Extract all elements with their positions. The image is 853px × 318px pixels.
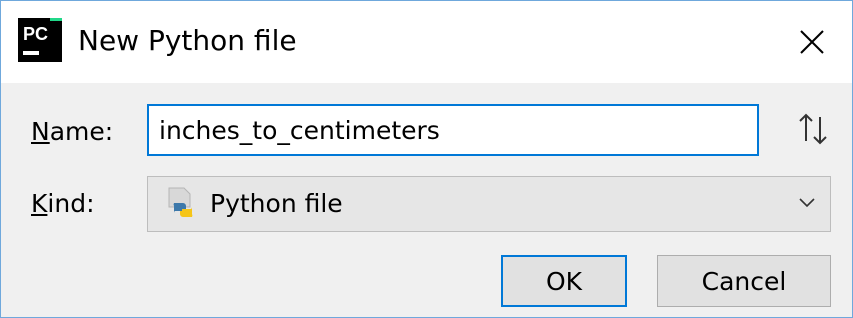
window-title: New Python file	[78, 24, 297, 57]
close-button[interactable]	[772, 1, 852, 83]
dialog-content: Name: Kind: Python file OK Cancel	[1, 83, 852, 317]
dialog-window: PC New Python file Name: Kind:	[0, 0, 853, 318]
cancel-button[interactable]: Cancel	[657, 255, 831, 307]
close-icon	[800, 30, 824, 54]
pycharm-app-icon: PC	[18, 18, 62, 62]
kind-select[interactable]: Python file	[147, 176, 831, 232]
svg-text:PC: PC	[23, 24, 48, 44]
python-file-icon	[168, 187, 193, 217]
sort-arrows-icon[interactable]	[791, 107, 835, 151]
chevron-down-icon	[799, 198, 815, 208]
title-bar: PC New Python file	[1, 1, 852, 83]
ok-button[interactable]: OK	[501, 255, 627, 307]
kind-label: Kind:	[31, 189, 95, 218]
kind-selected-value: Python file	[210, 189, 343, 218]
name-label: Name:	[31, 117, 114, 146]
name-input[interactable]	[147, 104, 759, 156]
